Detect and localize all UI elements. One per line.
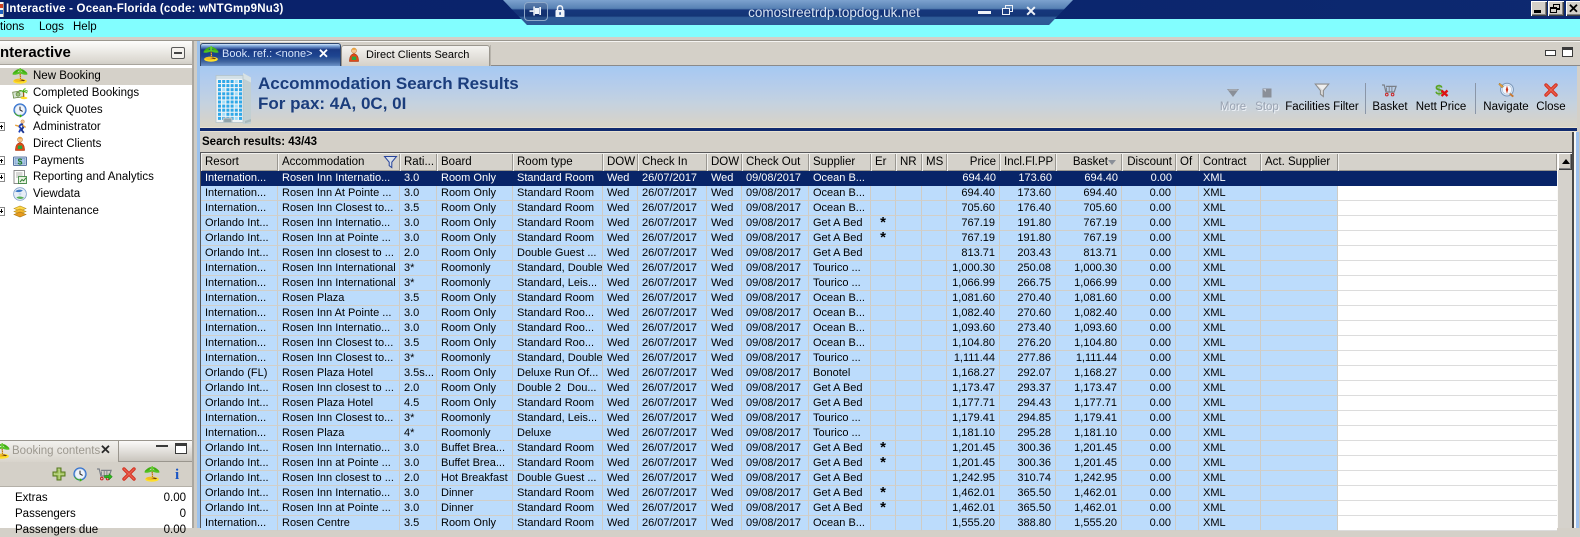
svg-text:i: i	[175, 467, 179, 482]
svg-text:$: $	[18, 156, 23, 166]
